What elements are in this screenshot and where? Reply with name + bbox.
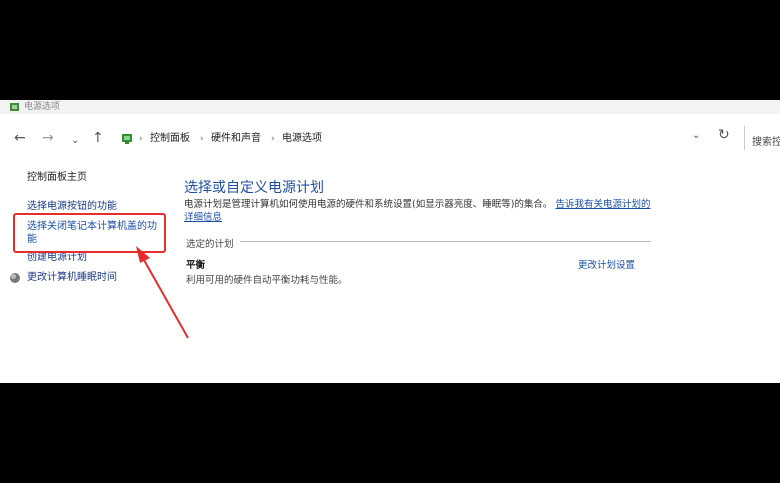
selected-plans-heading: 选定的计划 xyxy=(186,236,238,250)
description-text: 电源计划是管理计算机如何使用电源的硬件和系统设置(如显示器亮度、睡眠等)的集合。 xyxy=(184,199,553,210)
section-divider xyxy=(240,241,651,242)
control-panel-window: 电源选项 ← → ⌄ ↑ › 控制面板 › 硬件和声音 › 电源选项 ⌄ ↻ 搜… xyxy=(0,100,780,383)
plan-name[interactable]: 平衡 xyxy=(186,257,205,271)
page-title: 选择或自定义电源计划 xyxy=(184,180,324,196)
change-plan-settings-link[interactable]: 更改计划设置 xyxy=(578,257,635,271)
plan-description: 利用可用的硬件自动平衡功耗与性能。 xyxy=(186,275,348,286)
page-description: 电源计划是管理计算机如何使用电源的硬件和系统设置(如显示器亮度、睡眠等)的集合。… xyxy=(184,198,654,224)
